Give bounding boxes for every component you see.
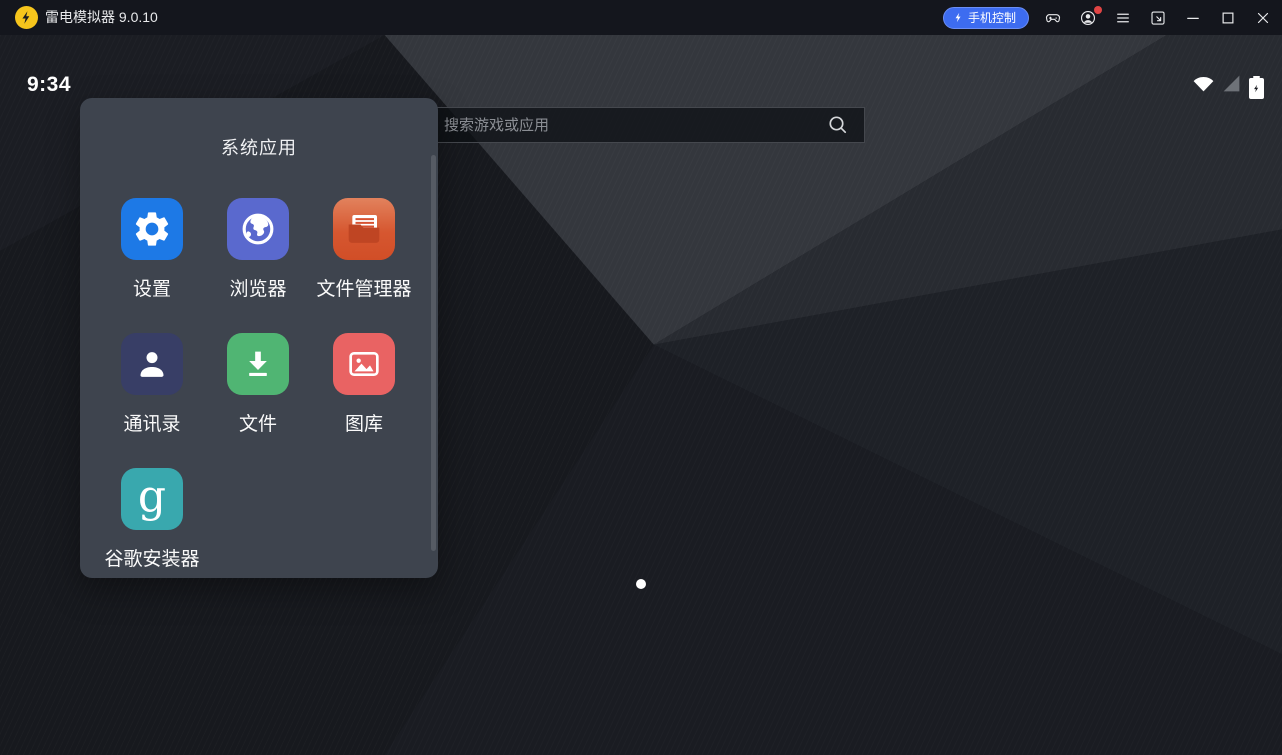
app-gallery[interactable]: 图库: [311, 333, 417, 468]
folder-documents-icon: [333, 198, 395, 260]
app-label: 设置: [133, 274, 171, 301]
folder-panel: 系统应用 设置 浏览器: [80, 98, 438, 578]
app-browser[interactable]: 浏览器: [205, 198, 311, 333]
status-icons: [1193, 75, 1264, 99]
search-bar: [417, 107, 865, 143]
menu-icon[interactable]: [1112, 7, 1134, 29]
folder-title: 系统应用: [80, 134, 438, 160]
signal-icon: [1221, 73, 1242, 99]
notification-dot: [1094, 6, 1102, 14]
app-label: 文件: [239, 409, 277, 436]
window-title: 雷电模拟器 9.0.10: [45, 0, 158, 35]
account-icon[interactable]: [1077, 7, 1099, 29]
app-file-manager[interactable]: 文件管理器: [311, 198, 417, 333]
titlebar: 雷电模拟器 9.0.10 手机控制: [0, 0, 1282, 35]
minimize-icon[interactable]: [1182, 7, 1204, 29]
globe-icon: [227, 198, 289, 260]
shrink-window-icon[interactable]: [1147, 7, 1169, 29]
phone-control-button[interactable]: 手机控制: [943, 7, 1029, 29]
app-files[interactable]: 文件: [205, 333, 311, 468]
battery-charging-icon: [1249, 76, 1264, 99]
folder-app-grid: 设置 浏览器: [99, 198, 419, 603]
app-label: 文件管理器: [316, 274, 411, 301]
wifi-icon: [1193, 73, 1214, 99]
photo-icon: [333, 333, 395, 395]
android-screen: 9:34 系统应用: [0, 35, 1282, 755]
app-label: 谷歌安装器: [104, 544, 199, 571]
app-google-installer[interactable]: g 谷歌安装器: [99, 468, 205, 603]
app-label: 浏览器: [229, 274, 286, 301]
lightning-icon: [953, 11, 964, 24]
page-indicator-dot: [636, 579, 646, 589]
person-icon: [121, 333, 183, 395]
close-icon[interactable]: [1252, 7, 1274, 29]
status-clock: 9:34: [27, 73, 71, 97]
app-label: 通讯录: [123, 409, 180, 436]
ldplayer-logo-icon: [15, 6, 38, 29]
emulator-window: 雷电模拟器 9.0.10 手机控制: [0, 0, 1282, 755]
download-icon: [227, 333, 289, 395]
search-icon[interactable]: [826, 113, 850, 137]
gamepad-icon[interactable]: [1042, 7, 1064, 29]
phone-control-label: 手机控制: [968, 9, 1016, 26]
g-letter-icon: g: [121, 468, 183, 530]
app-label: 图库: [345, 409, 383, 436]
search-input[interactable]: [418, 108, 826, 142]
folder-scrollbar[interactable]: [431, 155, 436, 551]
gear-icon: [121, 198, 183, 260]
maximize-icon[interactable]: [1217, 7, 1239, 29]
app-settings[interactable]: 设置: [99, 198, 205, 333]
app-contacts[interactable]: 通讯录: [99, 333, 205, 468]
